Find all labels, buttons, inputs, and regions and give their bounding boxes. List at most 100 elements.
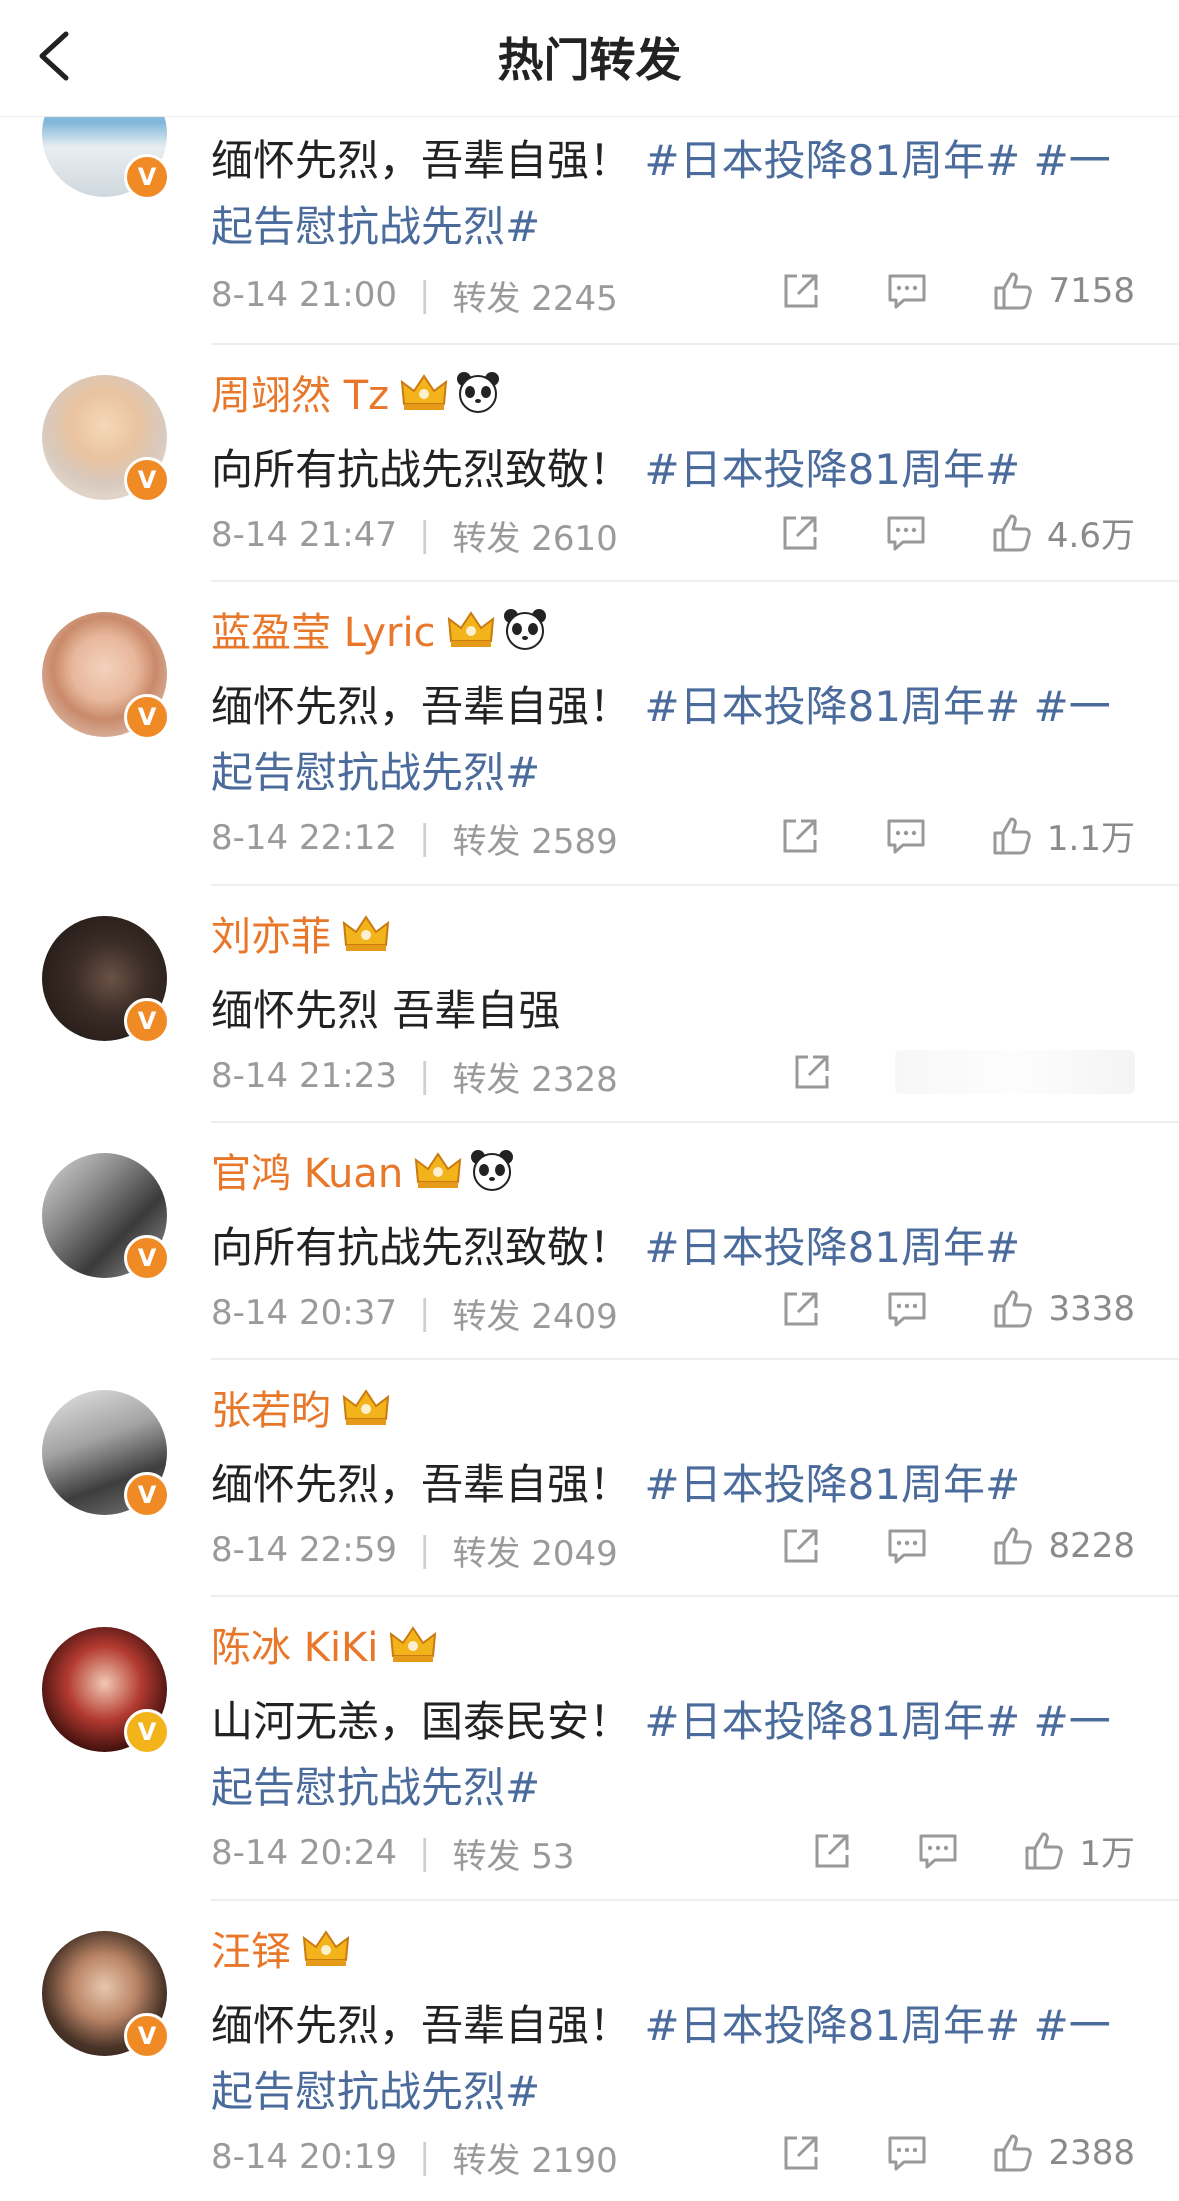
like-button[interactable]: 8228	[990, 1523, 1135, 1569]
comment-icon[interactable]	[883, 510, 929, 556]
verified-badge-icon: V	[124, 1709, 170, 1755]
repost-count: 转发 2190	[452, 2140, 618, 2181]
crown-icon	[400, 374, 448, 410]
avatar[interactable]: V	[42, 612, 170, 740]
share-icon[interactable]	[809, 1828, 855, 1874]
crown-icon	[342, 1389, 390, 1425]
crown-icon	[342, 915, 390, 951]
user-name[interactable]: 官鸿 Kuan	[211, 1141, 403, 1199]
panda-icon	[471, 1150, 514, 1191]
comment-icon[interactable]	[883, 813, 929, 859]
thumbs-up-icon	[994, 1527, 1033, 1565]
hashtag-link[interactable]: #日本投降81周年#	[644, 1460, 1020, 1509]
post-actions: 2388	[778, 2130, 1135, 2176]
user-name[interactable]: 刘亦菲	[211, 904, 331, 962]
verified-badge-icon: V	[124, 694, 170, 740]
comment-icon[interactable]	[915, 1828, 961, 1874]
user-name[interactable]: 周翊然 Tz	[211, 363, 389, 421]
timestamp: 8-14 21:23	[211, 1056, 397, 1096]
hashtag-link[interactable]: #日本投降81周年#	[644, 445, 1020, 494]
post-actions: 8228	[778, 1523, 1135, 1569]
avatar[interactable]: V	[42, 1931, 170, 2059]
verified-badge-icon: V	[124, 154, 170, 200]
share-icon[interactable]	[778, 2130, 824, 2176]
like-count: 3338	[1048, 1289, 1135, 1329]
thumbs-up-icon	[1025, 1832, 1064, 1869]
repost-count: 转发 2610	[452, 518, 618, 559]
post-actions: 1万	[809, 1826, 1135, 1875]
user-name[interactable]: 陈冰 KiKi	[211, 1615, 378, 1673]
user-row: 周翊然 Tz	[211, 365, 501, 419]
thumbs-up-icon	[994, 1290, 1033, 1328]
share-icon[interactable]	[778, 1286, 824, 1332]
like-button[interactable]: 1.1万	[989, 811, 1135, 860]
share-icon[interactable]	[777, 510, 823, 556]
repost-count: 转发 2328	[452, 1059, 618, 1100]
user-name[interactable]: 张若昀	[211, 1378, 331, 1436]
thumbs-up-icon	[994, 272, 1033, 310]
share-icon[interactable]	[777, 813, 823, 859]
user-row: 张若昀	[211, 1380, 391, 1434]
user-row: 官鸿 Kuan	[211, 1143, 515, 1197]
comment-icon[interactable]	[884, 1523, 930, 1569]
avatar[interactable]: V	[42, 916, 170, 1044]
share-icon[interactable]	[778, 268, 824, 314]
user-name[interactable]: 蓝盈莹 Lyric	[211, 600, 436, 658]
share-icon[interactable]	[778, 1523, 824, 1569]
timestamp: 8-14 21:00	[211, 275, 397, 315]
avatar[interactable]: V	[42, 1627, 170, 1755]
user-name[interactable]: 汪铎	[211, 1919, 291, 1977]
timestamp: 8-14 20:24	[211, 1833, 397, 1873]
repost-count: 转发 53	[452, 1836, 575, 1877]
crown-icon	[302, 1930, 350, 1966]
timestamp: 8-14 22:59	[211, 1530, 397, 1570]
post-actions: 1.1万	[777, 811, 1135, 860]
user-row: 汪铎	[211, 1921, 351, 1975]
user-row: 刘亦菲	[211, 906, 391, 960]
like-button[interactable]: 2388	[990, 2130, 1135, 2176]
avatar[interactable]: V	[42, 1390, 170, 1518]
thumbs-up-icon	[994, 2134, 1033, 2172]
like-button[interactable]: 4.6万	[989, 508, 1135, 557]
like-count: 8228	[1048, 1526, 1135, 1566]
post-text: 向所有抗战先烈致敬！ #日本投降81周年#	[211, 445, 1021, 494]
post-actions: 7158	[778, 268, 1135, 314]
timestamp: 8-14 21:47	[211, 515, 397, 555]
comment-icon[interactable]	[884, 1286, 930, 1332]
like-button[interactable]: 7158	[990, 268, 1135, 314]
thumbs-up-icon	[993, 817, 1031, 854]
repost-count: 转发 2589	[452, 821, 618, 862]
like-count: 1万	[1079, 1834, 1135, 1874]
like-button[interactable]: 1万	[1021, 1826, 1135, 1875]
crown-icon	[390, 1626, 437, 1662]
obscured-actions	[895, 1050, 1135, 1094]
post-text: 缅怀先烈，吾辈自强！ #日本投降81周年# #一起告慰抗战先烈#	[211, 2001, 1111, 2116]
like-button[interactable]: 3338	[990, 1286, 1135, 1332]
verified-badge-icon: V	[124, 2013, 170, 2059]
post-actions	[789, 1049, 1135, 1095]
timestamp: 8-14 22:12	[211, 818, 397, 858]
post-text: 缅怀先烈，吾辈自强！ #日本投降81周年# #一起告慰抗战先烈#	[211, 136, 1111, 251]
comment-icon[interactable]	[884, 2130, 930, 2176]
like-count: 7158	[1048, 271, 1135, 311]
post-actions: 4.6万	[777, 508, 1135, 557]
user-row: 蓝盈莹 Lyric	[211, 602, 548, 656]
post-text: 山河无恙，国泰民安！ #日本投降81周年# #一起告慰抗战先烈#	[211, 1697, 1111, 1812]
verified-badge-icon: V	[124, 1472, 170, 1518]
verified-badge-icon: V	[124, 1235, 170, 1281]
like-count: 2388	[1048, 2133, 1135, 2173]
timestamp: 8-14 20:37	[211, 1293, 397, 1333]
panda-icon	[457, 372, 500, 413]
hashtag-link[interactable]: #日本投降81周年#	[644, 1223, 1020, 1272]
comment-icon[interactable]	[884, 268, 930, 314]
share-icon[interactable]	[789, 1049, 835, 1095]
post-text: 缅怀先烈，吾辈自强！ #日本投降81周年# #一起告慰抗战先烈#	[211, 682, 1111, 797]
user-row: 陈冰 KiKi	[211, 1617, 438, 1671]
repost-count: 转发 2245	[452, 278, 618, 319]
top-bar: 热门转发	[0, 0, 1179, 117]
avatar[interactable]: V	[42, 375, 170, 503]
avatar[interactable]: V	[42, 1153, 170, 1281]
crown-icon	[414, 1152, 462, 1188]
repost-count: 转发 2409	[452, 1296, 618, 1337]
verified-badge-icon: V	[124, 457, 170, 503]
